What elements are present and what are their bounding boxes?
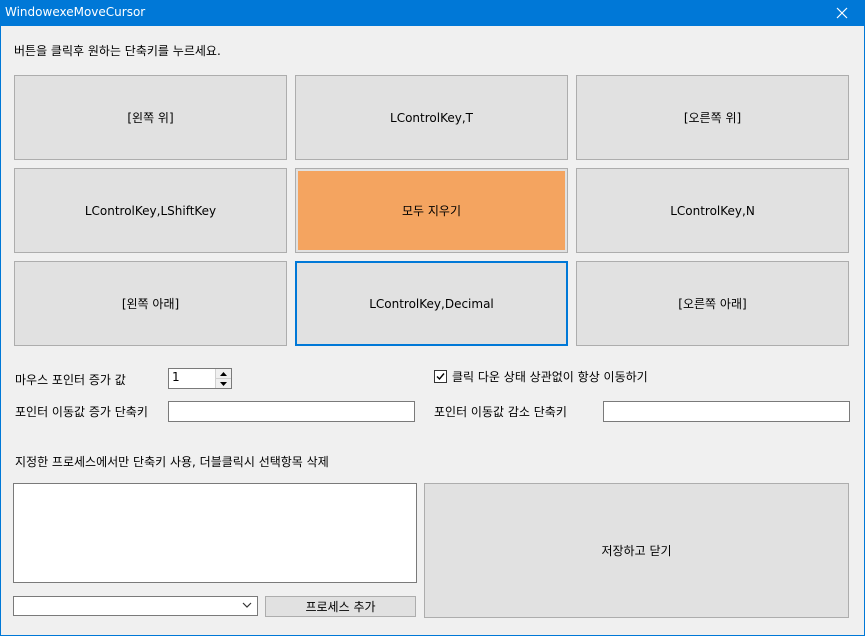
add-process-button-label: 프로세스 추가 (305, 600, 376, 614)
clear-all-button-label: 모두 지우기 (401, 204, 461, 218)
chevron-down-icon (242, 602, 252, 608)
checkmark-icon (436, 373, 445, 381)
bottom-center-button[interactable]: LControlKey,Decimal (295, 261, 568, 346)
top-right-button[interactable]: [오른쪽 위] (576, 75, 849, 160)
increase-shortcut-field[interactable] (168, 401, 415, 422)
pointer-increment-value: 1 (172, 370, 180, 384)
process-section-label: 지정한 프로세스에서만 단축키 사용, 더블클릭시 선택항목 삭제 (15, 455, 329, 469)
stepper-up-button[interactable] (216, 369, 231, 379)
process-list[interactable] (13, 483, 417, 583)
chevron-up-icon (220, 371, 227, 376)
decrease-shortcut-label: 포인터 이동값 감소 단축키 (434, 405, 567, 419)
middle-left-button[interactable]: LControlKey,LShiftKey (14, 168, 287, 253)
always-move-checkbox[interactable] (434, 370, 447, 383)
window-title: WindowexeMoveCursor (5, 5, 146, 19)
top-right-button-label: [오른쪽 위] (683, 111, 742, 125)
bottom-right-button[interactable]: [오른쪽 아래] (576, 261, 849, 346)
middle-right-button-label: LControlKey,N (670, 203, 755, 218)
pointer-increment-label: 마우스 포인터 증가 값 (15, 373, 126, 387)
title-bar: WindowexeMoveCursor (0, 0, 865, 26)
save-and-close-button-label: 저장하고 닫기 (601, 544, 672, 558)
chevron-down-icon (220, 381, 227, 386)
bottom-right-button-label: [오른쪽 아래] (678, 297, 747, 311)
process-combo[interactable] (13, 596, 258, 616)
bottom-center-button-label: LControlKey,Decimal (369, 296, 494, 311)
top-left-button-label: [왼쪽 위] (127, 111, 174, 125)
add-process-button[interactable]: 프로세스 추가 (265, 596, 416, 617)
instruction-text: 버튼을 클릭후 원하는 단축키를 누르세요. (14, 44, 221, 58)
stepper-down-button[interactable] (216, 379, 231, 388)
pointer-increment-stepper[interactable]: 1 (168, 368, 232, 389)
dropdown-arrow[interactable] (240, 598, 254, 612)
bottom-left-button[interactable]: [왼쪽 아래] (14, 261, 287, 346)
top-center-button-label: LControlKey,T (390, 110, 473, 125)
close-button[interactable] (819, 0, 865, 26)
decrease-shortcut-field[interactable] (603, 401, 850, 422)
increase-shortcut-label: 포인터 이동값 증가 단축키 (15, 405, 148, 419)
top-left-button[interactable]: [왼쪽 위] (14, 75, 287, 160)
stepper-arrows (215, 369, 231, 388)
bottom-left-button-label: [왼쪽 아래] (121, 297, 180, 311)
middle-left-button-label: LControlKey,LShiftKey (84, 203, 217, 218)
close-icon (836, 7, 848, 19)
middle-right-button[interactable]: LControlKey,N (576, 168, 849, 253)
top-center-button[interactable]: LControlKey,T (295, 75, 568, 160)
save-and-close-button[interactable]: 저장하고 닫기 (424, 483, 849, 618)
always-move-label: 클릭 다운 상태 상관없이 항상 이동하기 (452, 370, 648, 384)
clear-all-button[interactable]: 모두 지우기 (295, 168, 568, 253)
